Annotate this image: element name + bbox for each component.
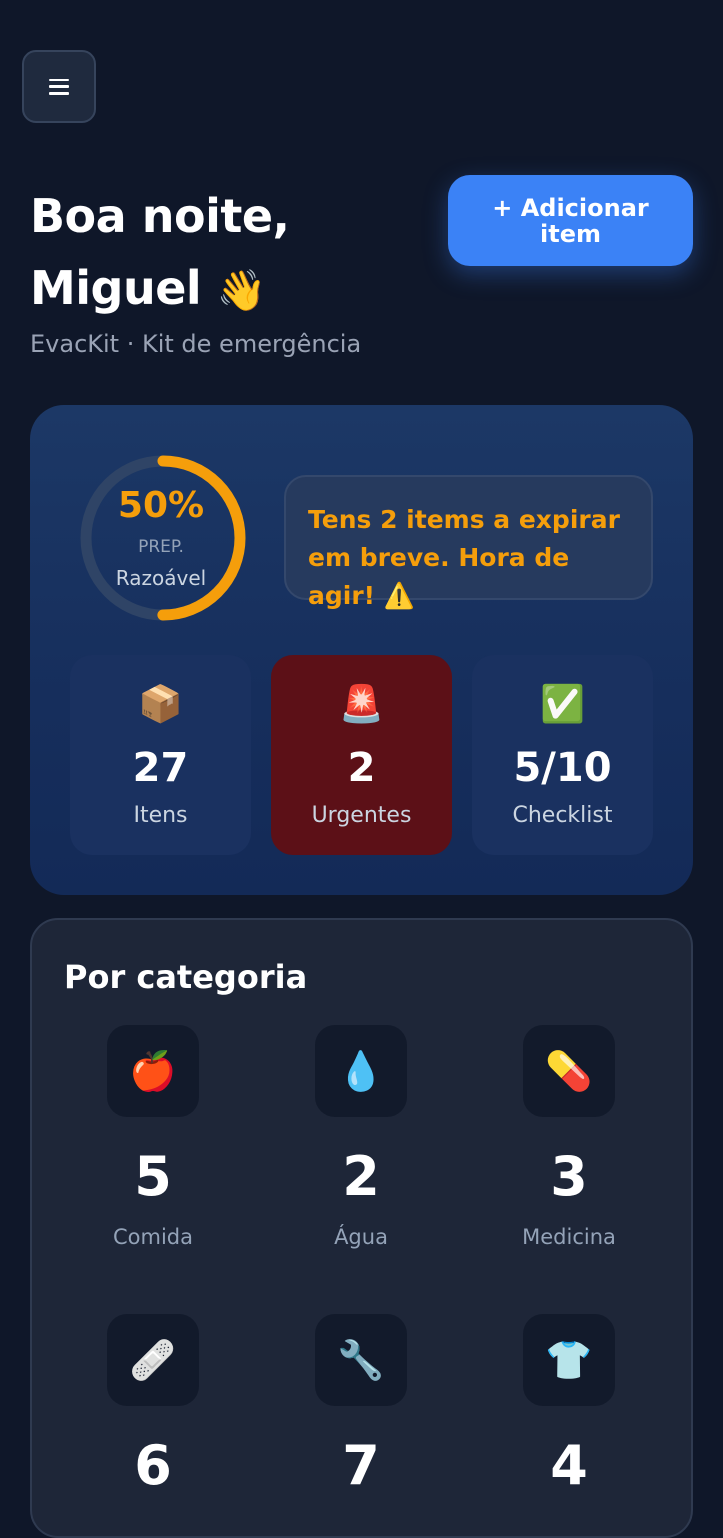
greeting-line-1: Boa noite, [30, 189, 290, 243]
siren-icon: 🚨 [339, 684, 384, 725]
shirt-icon: 👕 [523, 1314, 615, 1406]
stat-items[interactable]: 📦 27 Itens [70, 655, 251, 855]
category-clothing[interactable]: 👕 4 [479, 1314, 659, 1514]
category-count: 6 [134, 1434, 172, 1497]
stat-checklist-value: 5/10 [513, 745, 612, 791]
category-name: Comida [112, 1225, 193, 1249]
preparedness-percent: 50% [117, 485, 205, 526]
category-name: Medicina [522, 1225, 616, 1249]
category-name: Água [334, 1225, 388, 1249]
stat-urgent[interactable]: 🚨 2 Urgentes [271, 655, 452, 855]
pill-icon: 💊 [523, 1025, 615, 1117]
category-medicine[interactable]: 💊 3 Medicina [479, 1025, 659, 1249]
stat-items-value: 27 [132, 745, 189, 791]
user-name: Miguel [30, 261, 202, 315]
category-water[interactable]: 💧 2 Água [271, 1025, 451, 1249]
hamburger-menu-icon [49, 78, 69, 95]
category-count: 7 [342, 1434, 380, 1497]
category-count: 2 [342, 1145, 380, 1208]
app-subtitle: EvacKit · Kit de emergência [30, 330, 362, 358]
category-count: 5 [134, 1145, 172, 1208]
add-item-label: + Adicionar item [492, 193, 649, 248]
greeting-line-2: Miguel 👋 [30, 252, 290, 327]
check-icon: ✅ [540, 684, 585, 725]
package-icon: 📦 [138, 684, 183, 725]
expiry-alert-text: Tens 2 items a expirar em breve. Hora de… [308, 505, 620, 610]
category-first-aid[interactable]: 🩹 6 [63, 1314, 243, 1514]
stat-checklist-label: Checklist [512, 803, 613, 828]
preparedness-status: Razoável [115, 566, 207, 590]
bandage-icon: 🩹 [107, 1314, 199, 1406]
water-drop-icon: 💧 [315, 1025, 407, 1117]
wrench-icon: 🔧 [315, 1314, 407, 1406]
wave-icon: 👋 [216, 268, 267, 314]
stat-urgent-label: Urgentes [311, 803, 412, 828]
add-item-button[interactable]: + Adicionar item [448, 175, 693, 266]
stat-urgent-value: 2 [347, 745, 376, 791]
category-tools[interactable]: 🔧 7 [271, 1314, 451, 1514]
expiry-alert[interactable]: Tens 2 items a expirar em breve. Hora de… [284, 475, 653, 610]
menu-button[interactable] [22, 50, 96, 123]
categories-title: Por categoria [64, 958, 308, 996]
preparedness-label: PREP. [138, 537, 184, 557]
stat-checklist[interactable]: ✅ 5/10 Checklist [472, 655, 653, 855]
category-food[interactable]: 🍎 5 Comida [63, 1025, 243, 1249]
stat-items-label: Itens [133, 803, 188, 828]
greeting: Boa noite, Miguel 👋 [30, 180, 290, 327]
category-count: 4 [550, 1434, 588, 1497]
apple-icon: 🍎 [107, 1025, 199, 1117]
category-count: 3 [550, 1145, 588, 1208]
